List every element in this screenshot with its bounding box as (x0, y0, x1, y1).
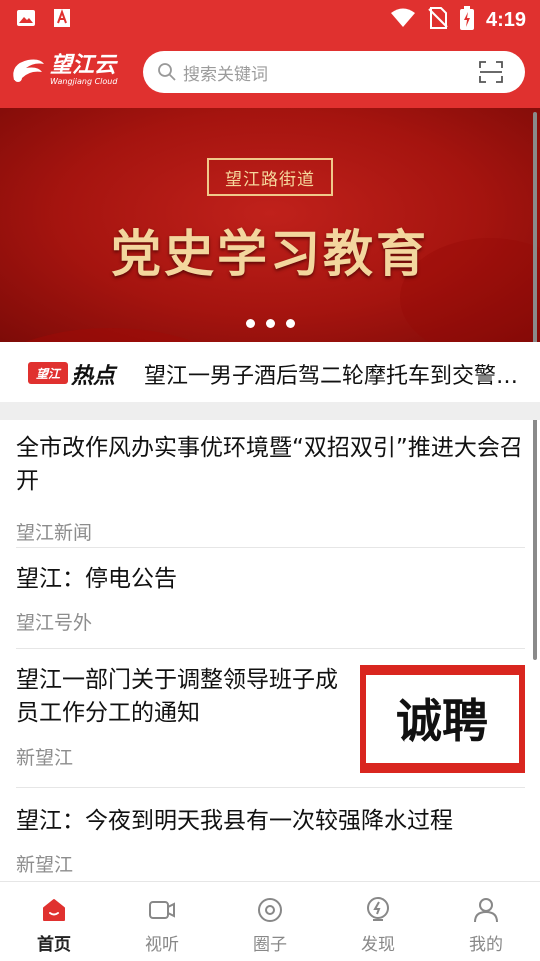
tab-label: 圈子 (253, 935, 287, 955)
news-title: 望江：停电公告 (16, 566, 177, 592)
clock: 4:19 (485, 8, 526, 31)
logo-subtitle: Wangjiang Cloud (50, 77, 118, 86)
tab-profile[interactable]: 我的 (432, 882, 540, 961)
search-input[interactable]: 搜索关键词 (183, 60, 268, 85)
battery-charging-icon (459, 6, 474, 34)
app-logo[interactable]: 望江云 Wangjiang Cloud (8, 50, 130, 92)
font-icon (52, 8, 72, 28)
scan-icon[interactable] (479, 61, 503, 83)
news-title: 全市改作风办实事优环境暨“双招双引”推进大会召开 (16, 435, 523, 494)
news-item[interactable]: 全市改作风办实事优环境暨“双招双引”推进大会召开 望江新闻 (16, 432, 525, 548)
status-bar: 4:19 (0, 0, 540, 36)
news-title: 望江：今夜到明天我县有一次较强降水过程 (16, 808, 453, 834)
wifi-icon (390, 8, 416, 32)
carousel-indicator (246, 319, 295, 328)
discover-icon (367, 897, 389, 921)
circle-icon (258, 898, 282, 922)
search-icon (158, 63, 176, 81)
home-icon (43, 899, 65, 921)
news-item[interactable]: 望江：今夜到明天我县有一次较强降水过程 新望江 (16, 788, 525, 881)
banner-title: 党史学习教育 (111, 225, 429, 283)
news-source: 望江号外 (16, 612, 93, 634)
tab-circle[interactable]: 圈子 (216, 882, 324, 961)
hot-headline[interactable]: 望江一男子酒后驾二轮摩托车到交警队... (144, 358, 524, 390)
carousel-dot[interactable] (286, 319, 295, 328)
tab-video[interactable]: 视听 (108, 882, 216, 961)
news-item[interactable]: 望江一部门关于调整领导班子成员工作分工的通知 新望江 诚聘 (16, 649, 525, 788)
news-source: 新望江 (16, 854, 74, 876)
no-sim-icon (428, 7, 448, 33)
bottom-tab-bar: 首页 视听 圈子 发现 我的 (0, 881, 540, 961)
profile-icon (474, 898, 498, 923)
news-item[interactable]: 望江：停电公告 望江号外 (16, 548, 525, 649)
tab-label: 视听 (145, 935, 179, 955)
carousel-dot[interactable] (246, 319, 255, 328)
news-title: 望江一部门关于调整领导班子成员工作分工的通知 (16, 667, 338, 726)
news-thumbnail[interactable]: 诚聘 (360, 665, 525, 773)
search-bar[interactable]: 搜索关键词 (143, 51, 525, 93)
news-source: 望江新闻 (16, 522, 93, 544)
hot-news-ticker[interactable]: 望江 热点 望江一男子酒后驾二轮摩托车到交警队... (0, 342, 540, 403)
news-source: 新望江 (16, 747, 74, 769)
logo-mark-icon (13, 59, 44, 82)
tab-home[interactable]: 首页 (0, 882, 108, 961)
banner-tag: 望江路街道 (207, 158, 333, 196)
hot-badge: 望江 (28, 362, 68, 384)
carousel-dot[interactable] (266, 319, 275, 328)
gallery-icon (16, 8, 36, 28)
video-icon (149, 901, 175, 919)
tab-label: 首页 (37, 935, 71, 955)
section-divider (0, 402, 540, 420)
tab-label: 我的 (469, 935, 503, 955)
hot-label: 热点 (71, 364, 116, 389)
app-header: 望江云 Wangjiang Cloud 搜索关键词 (0, 36, 540, 108)
tab-label: 发现 (361, 935, 395, 955)
thumbnail-text: 诚聘 (396, 694, 488, 748)
tab-discover[interactable]: 发现 (324, 882, 432, 961)
logo-title: 望江云 (50, 53, 117, 78)
